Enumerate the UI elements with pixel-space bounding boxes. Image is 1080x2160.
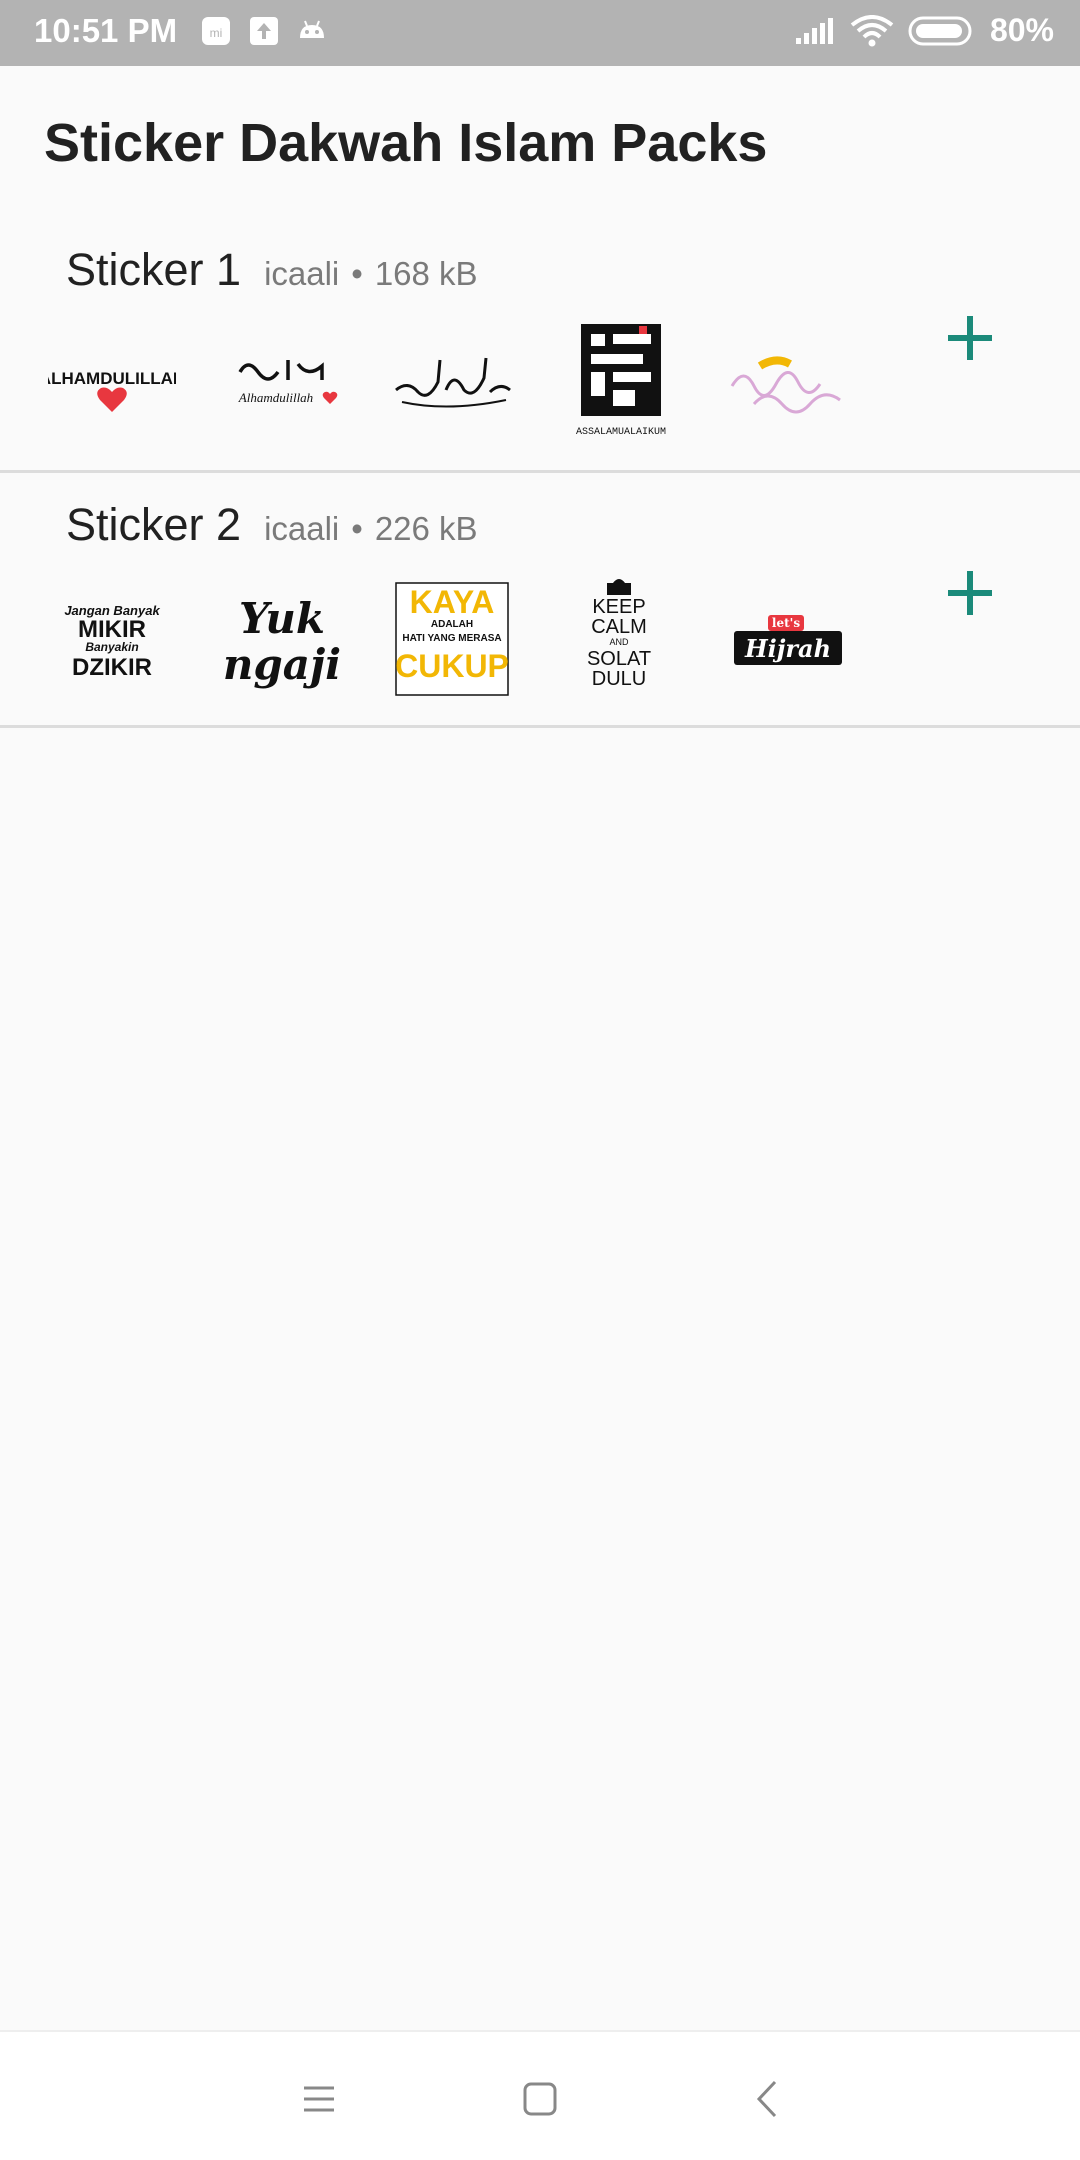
sticker-yuk-ngaji: Yuk ngaji (218, 575, 346, 703)
pack-meta: icaali • 226 kB (264, 510, 478, 548)
pack-size: 226 kB (374, 510, 478, 547)
sticker-kaya-cukup: KAYA ADALAH HATI YANG MERASA CUKUP (388, 575, 516, 703)
svg-text:mi: mi (210, 26, 223, 40)
sticker-text: Yuk (239, 594, 325, 643)
sticker-pack-row[interactable]: Sticker 1 icaali • 168 kB ALHAMDULILLAH Al… (0, 218, 1080, 473)
status-time: 10:51 PM (34, 12, 178, 49)
pack-header: Sticker 1 icaali • 168 kB (66, 244, 478, 296)
page-title: Sticker Dakwah Islam Packs (44, 113, 768, 173)
sticker-text: Hijrah (744, 634, 831, 663)
mi-icon: mi (199, 14, 233, 48)
sticker-text: ASSALAMUALAIKUM (576, 427, 666, 438)
status-system-icons: 80% (794, 12, 1054, 49)
pack-meta: icaali • 168 kB (264, 255, 478, 293)
sticker-text: ADALAH (431, 619, 473, 630)
sticker-bismillah-calligraphy (388, 320, 516, 448)
sticker-keep-calm-solat: KEEP CALM AND SOLAT DULU (555, 575, 683, 703)
pack-publisher: icaali (264, 510, 340, 547)
pack-header: Sticker 2 icaali • 226 kB (66, 499, 478, 551)
sticker-lets-hijrah: let's Hijrah (724, 575, 852, 703)
signal-icon (795, 17, 833, 44)
back-icon[interactable] (743, 2074, 793, 2124)
battery-icon (908, 16, 972, 45)
sticker-text: ngaji (223, 640, 341, 689)
add-to-whatsapp-button[interactable] (940, 563, 1000, 623)
sticker-text: Banyakin (85, 640, 138, 654)
sticker-text: HATI YANG MERASA (402, 633, 501, 644)
menu-icon[interactable] (294, 2074, 344, 2124)
sticker-text: KEEP (592, 596, 645, 618)
sticker-mikir-dzikir: Jangan Banyak MIKIR Banyakin DZIKIR (48, 575, 176, 703)
pack-separator: • (351, 255, 363, 292)
sticker-text: AND (609, 637, 629, 647)
upload-icon (247, 14, 281, 48)
sticker-assalamualaikum-kufic: ASSALAMUALAIKUM (555, 320, 683, 448)
wifi-icon (850, 14, 894, 46)
sticker-alhamdulillah-heart: ALHAMDULILLAH (48, 320, 176, 448)
sticker-alhamdulillah-arabic: Alhamdulillah (218, 320, 346, 448)
sticker-text: Alhamdulillah (238, 390, 313, 405)
sticker-text: CUKUP (395, 648, 509, 684)
status-notification-icons: mi (199, 14, 329, 48)
sticker-text: DZIKIR (72, 654, 152, 681)
sticker-text: MIKIR (78, 616, 146, 643)
sticker-pink-script (724, 320, 852, 448)
android-icon (295, 14, 329, 48)
pack-name: Sticker 2 (66, 499, 242, 550)
sticker-text: CALM (591, 616, 647, 638)
pack-size: 168 kB (374, 255, 478, 292)
home-icon[interactable] (515, 2074, 565, 2124)
sticker-text: let's (772, 616, 800, 630)
pack-separator: • (351, 510, 363, 547)
sticker-pack-row[interactable]: Sticker 2 icaali • 226 kB Jangan Banyak MI… (0, 473, 1080, 728)
add-to-whatsapp-button[interactable] (940, 308, 1000, 368)
status-bar: 10:51 PM mi 80% (0, 0, 1080, 66)
sticker-text: DULU (592, 668, 646, 690)
pack-publisher: icaali (264, 255, 340, 292)
sticker-text: SOLAT (587, 648, 651, 670)
battery-percentage: 80% (989, 12, 1054, 48)
sticker-text: KAYA (410, 584, 495, 620)
sticker-text: ALHAMDULILLAH (48, 369, 176, 388)
pack-name: Sticker 1 (66, 244, 242, 295)
navigation-bar (0, 2030, 1080, 2160)
